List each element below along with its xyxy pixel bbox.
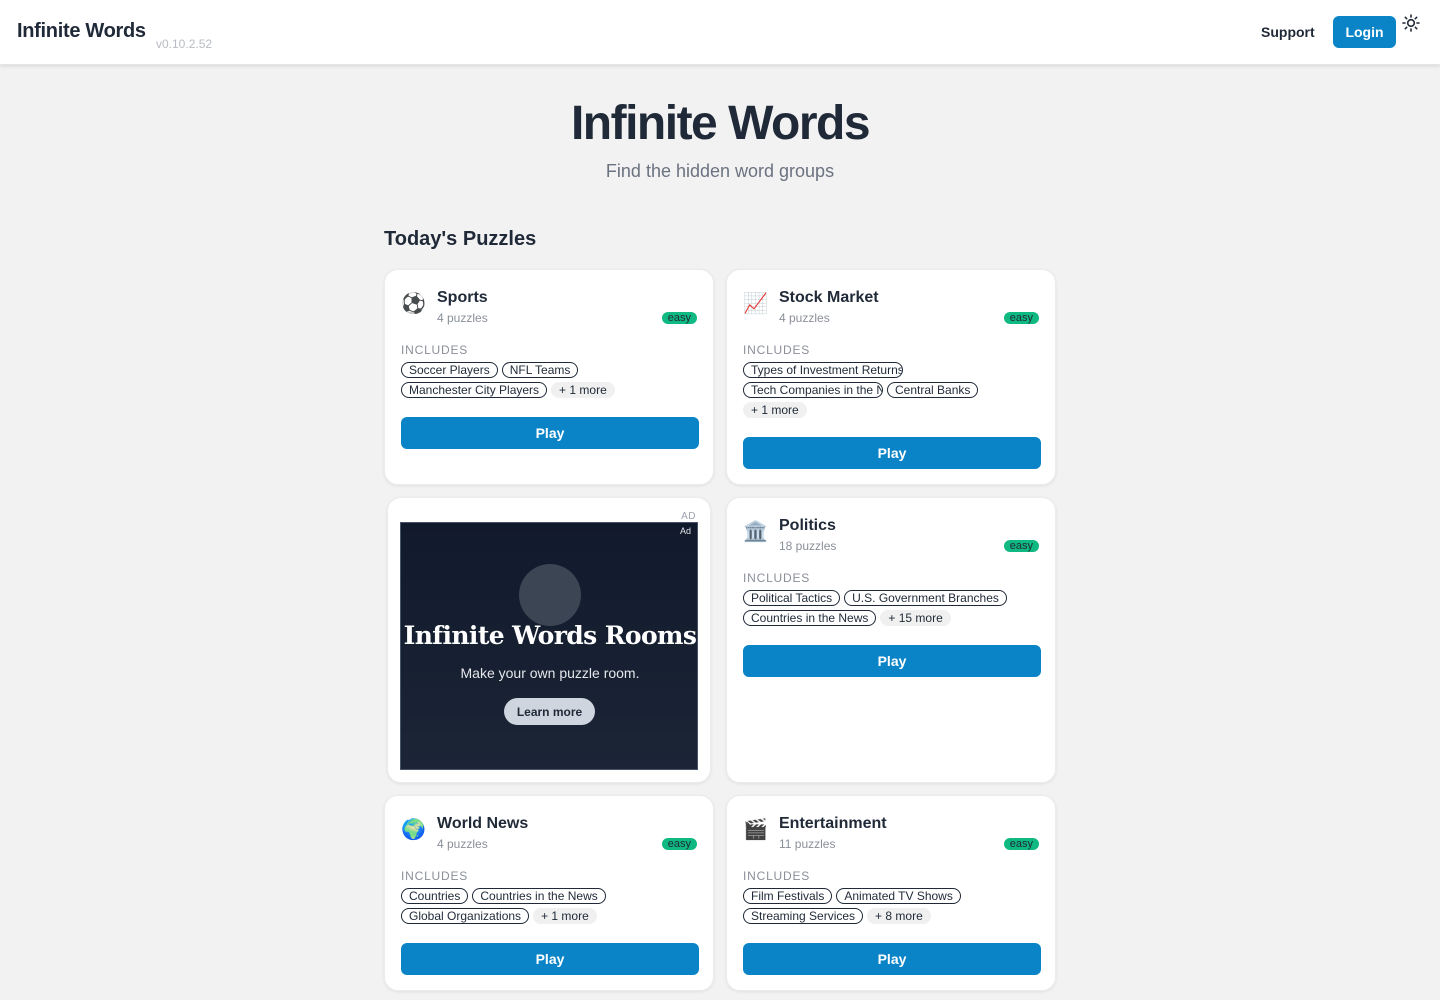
puzzle-card-world-news: 🌍 World News 4 puzzles easy INCLUDES Cou… — [384, 795, 714, 991]
category-tag: Global Organizations — [401, 908, 530, 924]
version-label: v0.10.2.52 — [156, 37, 213, 51]
puzzle-count: 18 puzzles — [779, 539, 837, 553]
difficulty-badge: easy — [1003, 838, 1039, 850]
chart-increasing-icon: 📈 — [743, 293, 768, 315]
includes-label: INCLUDES — [743, 343, 811, 357]
globe-icon: 🌍 — [401, 819, 426, 841]
more-tags-count: + 1 more — [743, 402, 807, 418]
puzzle-count: 4 puzzles — [779, 311, 830, 325]
ad-banner[interactable]: Ad Infinite Words Rooms Make your own pu… — [400, 522, 698, 770]
puzzle-count: 11 puzzles — [779, 837, 836, 851]
category-tag: Political Tactics — [743, 590, 841, 606]
tag-list: Types of Investment Returns Tech Compani… — [743, 362, 1043, 418]
ad-logo-placeholder — [519, 564, 581, 626]
page-title: Infinite Words — [570, 97, 871, 150]
tag-list: Soccer Players NFL Teams Manchester City… — [401, 362, 701, 398]
puzzle-count: 4 puzzles — [437, 311, 488, 325]
card-title: World News — [437, 815, 529, 832]
puzzle-card-sports: ⚽ Sports 4 puzzles easy INCLUDES Soccer … — [384, 269, 714, 485]
category-tag: Streaming Services — [743, 908, 864, 924]
ad-headline: Infinite Words Rooms — [403, 621, 697, 650]
clapper-board-icon: 🎬 — [743, 819, 768, 841]
difficulty-badge: easy — [1003, 540, 1039, 552]
play-button[interactable]: Play — [743, 645, 1041, 677]
ad-card: AD Ad Infinite Words Rooms Make your own… — [387, 497, 711, 783]
more-tags-count: + 1 more — [533, 908, 597, 924]
category-tag: Countries in the News — [743, 610, 877, 626]
puzzle-count: 4 puzzles — [437, 837, 488, 851]
more-tags-count: + 1 more — [551, 382, 615, 398]
category-tag: Manchester City Players — [401, 382, 548, 398]
card-title: Sports — [437, 289, 488, 306]
category-tag: Types of Investment Returns — [743, 362, 903, 378]
ad-label: AD — [681, 511, 696, 522]
ad-corner-label: Ad — [679, 526, 691, 536]
more-tags-count: + 15 more — [880, 610, 951, 626]
puzzle-card-stock-market: 📈 Stock Market 4 puzzles easy INCLUDES T… — [726, 269, 1056, 485]
category-tag: Central Banks — [887, 382, 979, 398]
difficulty-badge: easy — [661, 838, 697, 850]
tag-list: Film Festivals Animated TV Shows Streami… — [743, 888, 1043, 924]
support-link[interactable]: Support — [1261, 24, 1315, 40]
soccer-ball-icon: ⚽ — [401, 293, 426, 315]
card-title: Entertainment — [779, 815, 887, 832]
card-title: Politics — [779, 517, 836, 534]
learn-more-button[interactable]: Learn more — [504, 698, 595, 725]
brand-logo[interactable]: Infinite Words — [17, 20, 146, 43]
page-subtitle: Find the hidden word groups — [605, 161, 835, 181]
category-tag: Countries — [401, 888, 469, 904]
section-title: Today's Puzzles — [384, 228, 537, 250]
puzzle-card-politics: 🏛️ Politics 18 puzzles easy INCLUDES Pol… — [726, 497, 1056, 783]
play-button[interactable]: Play — [743, 943, 1041, 975]
difficulty-badge: easy — [661, 312, 697, 324]
category-tag: Film Festivals — [743, 888, 833, 904]
more-tags-count: + 8 more — [867, 908, 931, 924]
category-tag: Countries in the News — [472, 888, 606, 904]
ad-text: Make your own puzzle room. — [460, 665, 640, 681]
play-button[interactable]: Play — [401, 417, 699, 449]
category-tag: U.S. Government Branches — [844, 590, 1007, 606]
play-button[interactable]: Play — [743, 437, 1041, 469]
category-tag: Soccer Players — [401, 362, 498, 378]
play-button[interactable]: Play — [401, 943, 699, 975]
puzzle-card-entertainment: 🎬 Entertainment 11 puzzles easy INCLUDES… — [726, 795, 1056, 991]
category-tag: NFL Teams — [501, 362, 579, 378]
includes-label: INCLUDES — [401, 343, 469, 357]
sun-icon[interactable] — [1402, 14, 1420, 32]
tag-list: Countries Countries in the News Global O… — [401, 888, 701, 924]
includes-label: INCLUDES — [743, 869, 811, 883]
category-tag: Animated TV Shows — [836, 888, 961, 904]
top-navbar: Infinite Words v0.10.2.52 Support Login — [0, 0, 1440, 65]
classical-building-icon: 🏛️ — [743, 521, 768, 543]
includes-label: INCLUDES — [401, 869, 469, 883]
card-title: Stock Market — [779, 289, 879, 306]
category-tag: Tech Companies in the News — [743, 382, 883, 398]
includes-label: INCLUDES — [743, 571, 811, 585]
difficulty-badge: easy — [1003, 312, 1039, 324]
tag-list: Political Tactics U.S. Government Branch… — [743, 590, 1043, 626]
login-button[interactable]: Login — [1333, 16, 1396, 48]
